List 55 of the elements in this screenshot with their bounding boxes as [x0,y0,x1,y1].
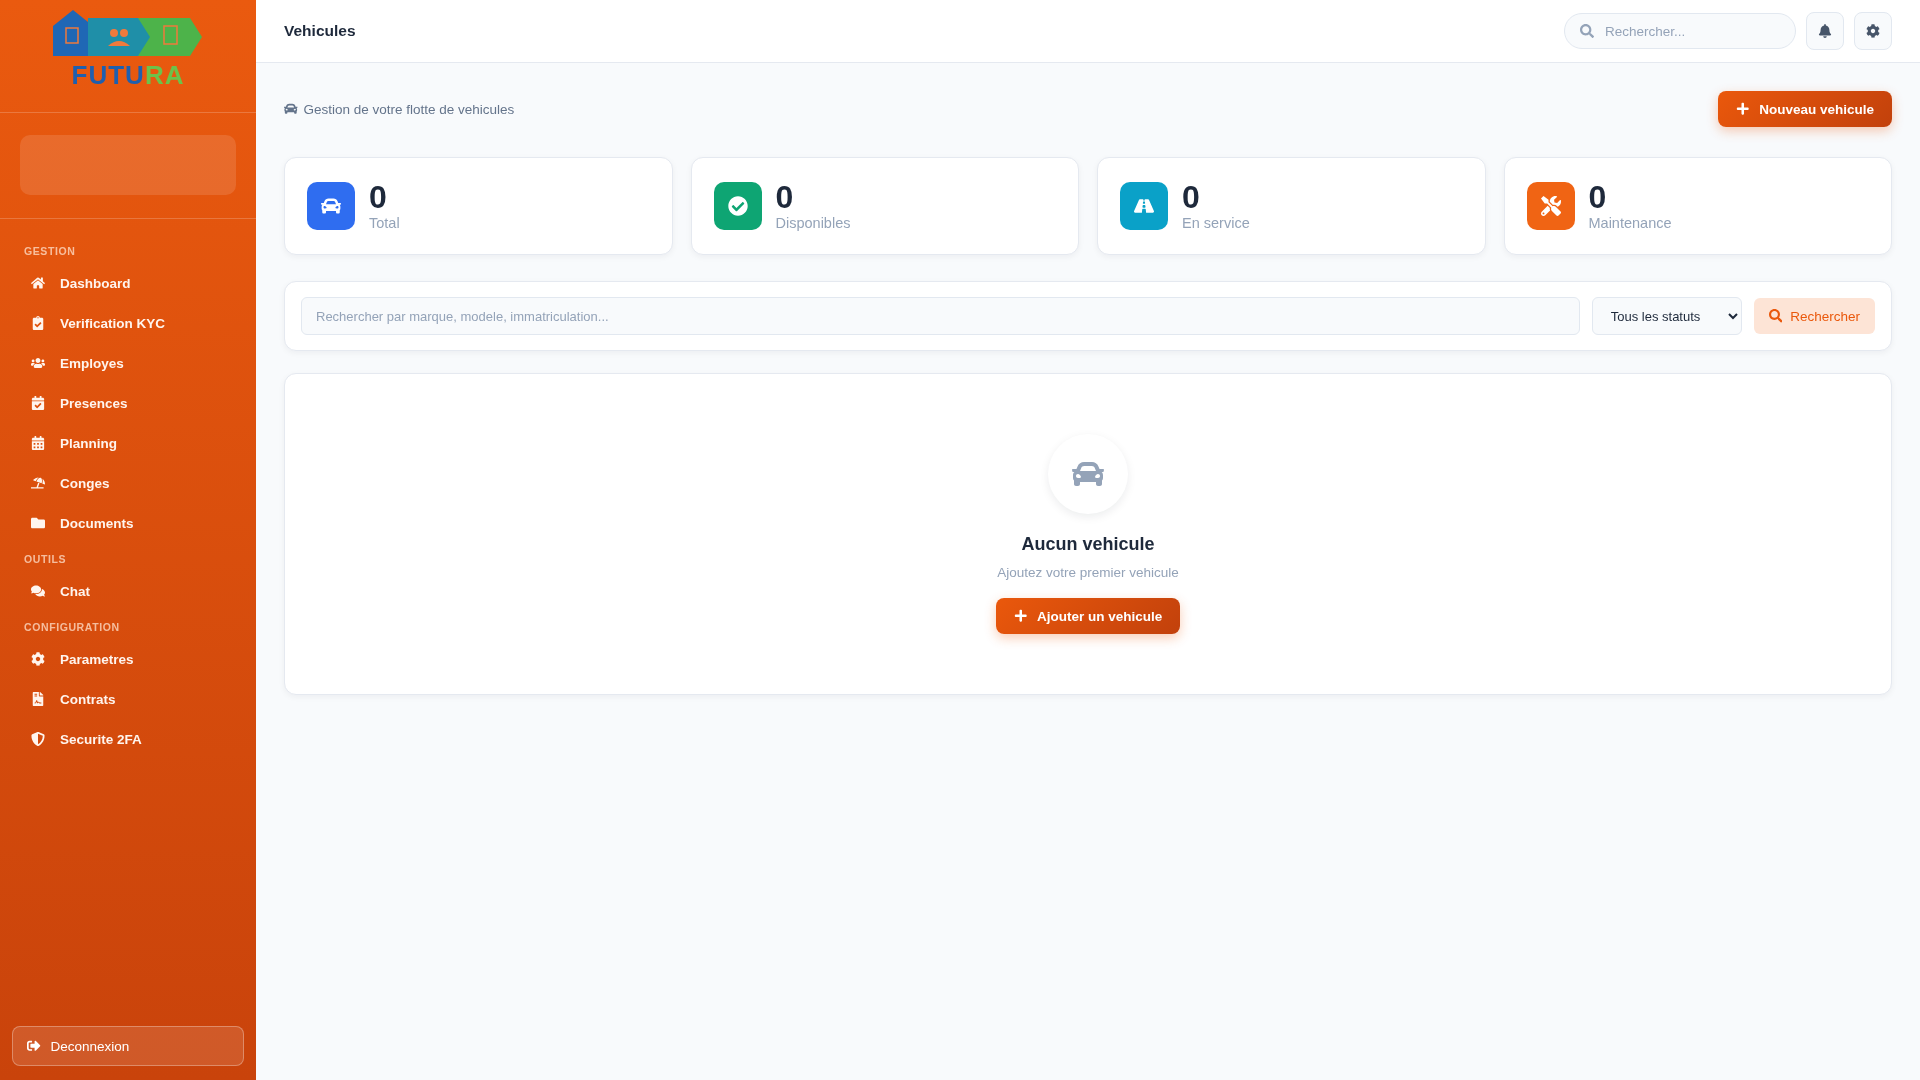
plus-icon [1735,102,1750,116]
users-icon [30,356,46,370]
nav-item[interactable]: Presences [16,383,240,423]
settings-icon [1866,24,1880,38]
logout-icon [27,1039,41,1053]
search-icon [1580,24,1594,38]
car-icon [284,102,298,116]
folder-icon [30,516,46,530]
notifications-button[interactable] [1806,12,1844,50]
empty-title: Aucun vehicule [1021,534,1155,555]
section-title: OUTILS [23,552,68,567]
logo-wordmark: FUTURA [71,62,185,88]
shield-icon [30,732,46,746]
bell-icon [1818,24,1832,38]
new-vehicle-button[interactable]: Nouveau vehicule [1717,91,1892,127]
search-field[interactable]: Rechercher par marque, modele, immatriculation... [301,297,1580,335]
search-button[interactable]: Rechercher [1753,298,1875,334]
chat-icon [30,584,46,598]
empty-text: Ajoutez votre premier vehicule [997,565,1179,580]
search-field[interactable]: Rechercher... [1564,13,1796,49]
section-title: CONFIGURATION [23,620,121,635]
settings-icon [30,652,46,666]
nav-item[interactable]: Securite 2FA [16,719,240,759]
nav-item[interactable]: Contrats [16,679,240,719]
stat-value: 0 [369,181,388,215]
stat-value: 0 [1182,181,1201,215]
beach-umbrella-icon [30,476,46,490]
page-subtitle: Gestion de votre flotte de vehicules [284,101,515,117]
stat-label: Disponibles [775,214,851,231]
stat-label: Maintenance [1588,214,1672,231]
nav-item[interactable]: Conges [16,463,240,503]
nav-item[interactable]: Documents [16,503,240,543]
settings-button[interactable] [1854,12,1892,50]
home-icon [30,276,46,290]
status-dropdown[interactable]: Tous les statuts [1591,297,1742,335]
add-vehicle-button[interactable]: Ajouter un vehicule [995,598,1181,634]
plus-icon [1013,609,1028,623]
search-icon [1768,309,1783,323]
calendar-check-icon [30,396,46,410]
stat-value: 0 [775,181,795,215]
calendar-icon [30,436,46,450]
document-icon [30,692,46,706]
nav-item[interactable]: Verification KYC [16,303,240,343]
section-title: GESTION [23,244,77,259]
page-title: Vehicules [284,22,356,40]
logout-button[interactable]: Deconnexion [12,1026,244,1066]
nav-item[interactable]: Employes [16,343,240,383]
nav-item[interactable]: Chat [16,571,240,611]
stat-value: 0 [1588,181,1608,215]
nav-item[interactable]: Dashboard [16,263,240,303]
clipboard-check-icon [30,316,46,330]
stat-label: En service [1182,214,1250,231]
nav-item[interactable]: Planning [16,423,240,463]
stat-label: Total [369,214,400,231]
nav-item[interactable]: Parametres [16,639,240,679]
